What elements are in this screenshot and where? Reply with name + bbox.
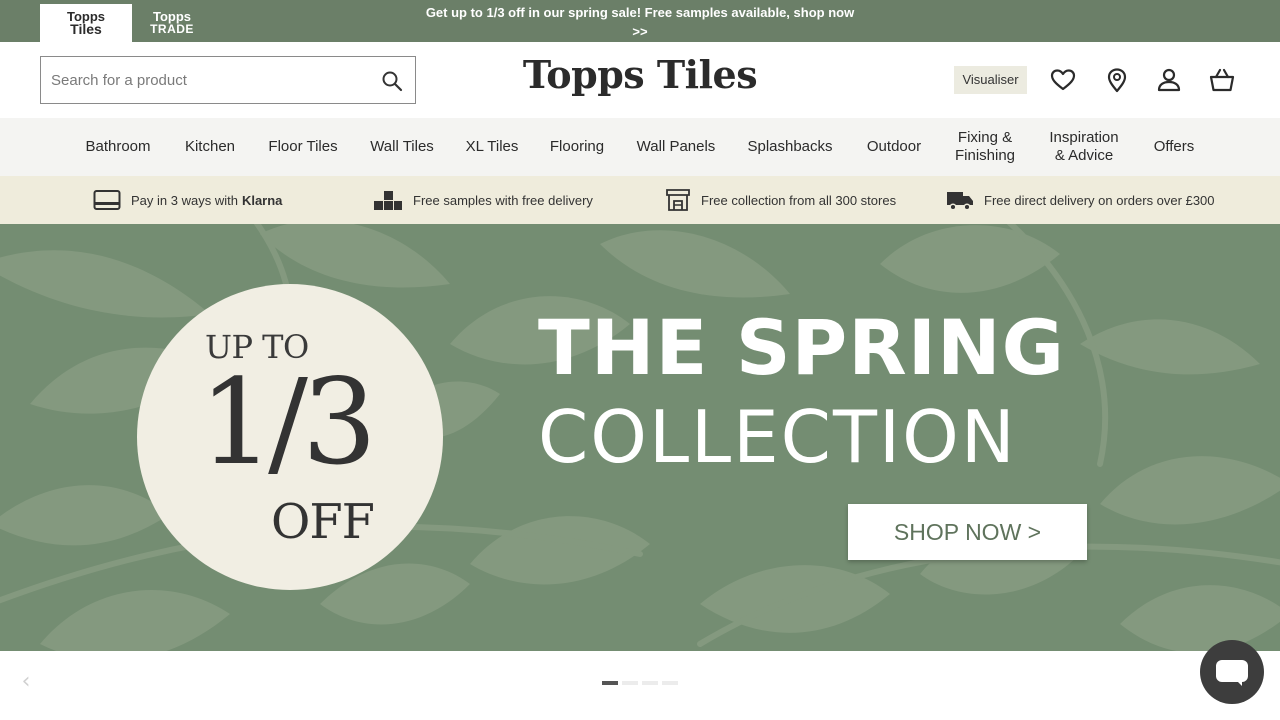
usp-collection[interactable]: Free collection from all 300 stores bbox=[665, 176, 896, 224]
carousel-dot[interactable] bbox=[642, 681, 658, 685]
store-icon bbox=[666, 189, 690, 211]
usp-klarna[interactable]: Pay in 3 ways with Klarna bbox=[93, 176, 282, 224]
brand-tab-line: TRADE bbox=[150, 22, 194, 36]
nav-item-kitchen[interactable]: Kitchen bbox=[176, 118, 244, 176]
badge-off: OFF bbox=[271, 494, 375, 550]
shop-now-button[interactable]: SHOP NOW > bbox=[848, 504, 1087, 560]
wishlist-heart-icon[interactable] bbox=[1049, 66, 1077, 94]
carousel-dot[interactable] bbox=[622, 681, 638, 685]
carousel-dot[interactable] bbox=[602, 681, 618, 685]
usp-text: Free direct delivery on orders over £300 bbox=[984, 192, 1215, 208]
carousel-dot[interactable] bbox=[662, 681, 678, 685]
discount-badge: UP TO 1/3 OFF bbox=[137, 284, 443, 590]
search-icon[interactable] bbox=[381, 70, 403, 92]
promo-message[interactable]: Get up to 1/3 off in our spring sale! Fr… bbox=[400, 3, 880, 41]
samples-boxes-icon bbox=[374, 191, 402, 210]
brand-tab-topps-trade[interactable]: Topps TRADE bbox=[126, 4, 218, 42]
nav-item-label: & Advice bbox=[1054, 147, 1114, 164]
carousel-dots bbox=[602, 681, 678, 685]
carousel-prev-arrow-icon[interactable]: ‹ bbox=[14, 670, 38, 694]
search-box bbox=[40, 56, 416, 104]
chat-bubble-tail bbox=[1234, 678, 1242, 686]
nav-item-fixing-finishing[interactable]: Fixing & Finishing bbox=[946, 118, 1024, 176]
usp-text: Free samples with free delivery bbox=[413, 192, 593, 208]
hero-title-line1: THE SPRING bbox=[538, 303, 1066, 392]
delivery-truck-icon bbox=[947, 192, 973, 211]
basket-icon[interactable] bbox=[1208, 66, 1236, 94]
nav-item-flooring[interactable]: Flooring bbox=[542, 118, 612, 176]
usp-samples[interactable]: Free samples with free delivery bbox=[373, 176, 593, 224]
nav-item-label: Finishing bbox=[954, 147, 1016, 164]
badge-fraction: 1/3 bbox=[199, 353, 377, 491]
nav-item-label: Inspiration bbox=[1049, 129, 1119, 146]
nav-item-offers[interactable]: Offers bbox=[1144, 118, 1204, 176]
nav-item-floor-tiles[interactable]: Floor Tiles bbox=[260, 118, 346, 176]
nav-item-inspiration-advice[interactable]: Inspiration & Advice bbox=[1038, 118, 1130, 176]
nav-item-outdoor[interactable]: Outdoor bbox=[856, 118, 932, 176]
site-header: Topps Tiles Visualiser bbox=[0, 42, 1280, 118]
nav-item-splashbacks[interactable]: Splashbacks bbox=[740, 118, 840, 176]
nav-item-wall-tiles[interactable]: Wall Tiles bbox=[362, 118, 442, 176]
nav-item-bathroom[interactable]: Bathroom bbox=[76, 118, 160, 176]
card-icon bbox=[93, 190, 121, 210]
nav-item-label: Fixing & bbox=[957, 129, 1013, 146]
nav-item-xl-tiles[interactable]: XL Tiles bbox=[458, 118, 526, 176]
usp-bar: Pay in 3 ways with Klarna Free samples wi… bbox=[0, 176, 1280, 224]
hero-banner[interactable]: UP TO 1/3 OFF THE SPRING COLLECTION SHOP… bbox=[0, 224, 1280, 651]
promo-message-link[interactable]: >> bbox=[400, 22, 880, 41]
usp-bold: Klarna bbox=[241, 192, 283, 208]
usp-delivery[interactable]: Free direct delivery on orders over £300 bbox=[946, 176, 1215, 224]
store-locator-pin-icon[interactable] bbox=[1103, 66, 1131, 94]
account-user-icon[interactable] bbox=[1155, 66, 1183, 94]
nav-item-wall-panels[interactable]: Wall Panels bbox=[628, 118, 724, 176]
visualiser-button[interactable]: Visualiser bbox=[954, 66, 1027, 94]
chat-button[interactable] bbox=[1200, 640, 1264, 704]
usp-text: Free collection from all 300 stores bbox=[701, 192, 897, 208]
main-navigation: Bathroom Kitchen Floor Tiles Wall Tiles … bbox=[0, 118, 1280, 176]
search-input[interactable] bbox=[51, 67, 371, 93]
brand-tab-topps-tiles[interactable]: Topps Tiles bbox=[40, 4, 132, 42]
promo-bar: Topps Tiles Topps TRADE Get up to 1/3 of… bbox=[0, 0, 1280, 42]
hero-title-line2: COLLECTION bbox=[538, 395, 1017, 479]
usp-text: Pay in 3 ways with bbox=[131, 192, 238, 208]
promo-message-text: Get up to 1/3 off in our spring sale! Fr… bbox=[425, 5, 855, 20]
site-logo[interactable]: Topps Tiles bbox=[440, 52, 840, 97]
chat-bubble-icon bbox=[1216, 660, 1248, 682]
brand-tab-line: Tiles bbox=[70, 21, 102, 37]
